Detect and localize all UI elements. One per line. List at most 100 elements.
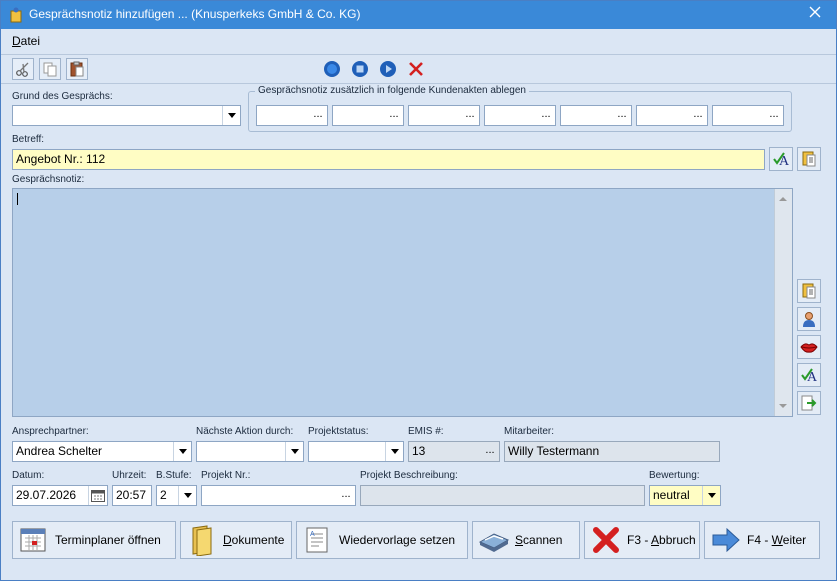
kundenakte-field-6[interactable]: ... [636, 105, 708, 126]
terminplaner-button[interactable]: Terminplaner öffnen [12, 521, 176, 559]
window-title: Gesprächsnotiz hinzufügen ... (Knusperke… [29, 7, 361, 21]
folder-icon [185, 524, 219, 556]
clipboard-icon [70, 61, 84, 77]
bstufe-dropdown-button[interactable] [178, 486, 196, 505]
projektnr-browse-button[interactable]: ... [337, 486, 355, 505]
abbruch-label: F3 - Abbruch [627, 533, 696, 547]
grund-select[interactable] [12, 105, 241, 126]
menu-datei-label: atei [20, 34, 41, 48]
projektstatus-dropdown-button[interactable] [385, 442, 403, 461]
ansprechpartner-value: Andrea Schelter [16, 444, 103, 458]
textblock-icon [802, 283, 816, 299]
bewertung-select[interactable]: neutral [649, 485, 721, 506]
paste-button[interactable] [66, 58, 88, 80]
kundenakte-browse-4[interactable]: ... [537, 106, 555, 125]
cut-button[interactable] [12, 58, 34, 80]
kundenakte-field-3[interactable]: ... [408, 105, 480, 126]
naechste-aktion-label: Nächste Aktion durch: [196, 426, 294, 437]
projektbeschreibung-label: Projekt Beschreibung: [360, 470, 458, 481]
naechste-aktion-dropdown-button[interactable] [285, 442, 303, 461]
stop-button[interactable] [349, 58, 371, 80]
kundenakte-field-2[interactable]: ... [332, 105, 404, 126]
notiz-textblock-button[interactable] [797, 279, 821, 303]
notiz-speech-button[interactable] [797, 335, 821, 359]
menu-datei[interactable]: Datei [12, 34, 40, 48]
projektstatus-select[interactable] [308, 441, 404, 462]
stop-icon [352, 61, 368, 77]
weiter-rest: eiter [782, 533, 807, 547]
delete-button[interactable] [405, 58, 427, 80]
scanner-icon [477, 524, 511, 556]
bstufe-select[interactable]: 2 [156, 485, 197, 506]
record-first-button[interactable] [321, 58, 343, 80]
abbruch-button[interactable]: F3 - Abbruch [584, 521, 700, 559]
notiz-export-button[interactable] [797, 391, 821, 415]
notiz-spellcheck-button[interactable]: A [797, 363, 821, 387]
projektnr-input[interactable]: ... [201, 485, 356, 506]
spellcheck-icon: A [773, 152, 790, 168]
kundenakte-field-1[interactable]: ... [256, 105, 328, 126]
datum-input[interactable]: 29.07.2026 [12, 485, 108, 506]
dokumente-button[interactable]: Dokumente [180, 521, 292, 559]
betreff-spellcheck-button[interactable]: A [769, 147, 793, 171]
betreff-label: Betreff: [12, 134, 45, 145]
weiter-button[interactable]: F4 - Weiter [704, 521, 820, 559]
notiz-scrollbar[interactable] [774, 189, 792, 416]
dokumente-accel: D [223, 533, 232, 547]
close-icon [809, 6, 821, 18]
emis-value: 13 [412, 444, 426, 458]
kundenakte-browse-2[interactable]: ... [385, 106, 403, 125]
chevron-down-icon [390, 449, 399, 454]
calendar-button[interactable] [88, 486, 107, 505]
projektbeschreibung-field [360, 485, 645, 506]
chevron-down-icon [178, 449, 187, 454]
datum-value: 29.07.2026 [16, 488, 77, 502]
ansprechpartner-dropdown-button[interactable] [173, 442, 191, 461]
kundenakte-browse-5[interactable]: ... [613, 106, 631, 125]
notiz-textarea[interactable] [12, 188, 793, 417]
wiedervorlage-button[interactable]: A Wiedervorlage setzen [296, 521, 468, 559]
emis-browse-button[interactable]: ... [481, 442, 499, 461]
abbruch-prefix: F3 - [627, 533, 652, 547]
abbruch-rest: bbruch [659, 533, 696, 547]
note-icon: A [301, 524, 335, 556]
kundenakte-field-7[interactable]: ... [712, 105, 784, 126]
uhrzeit-input[interactable]: 20:57 [112, 485, 152, 506]
mitarbeiter-field: Willy Testermann [504, 441, 720, 462]
weiter-accel: W [771, 533, 783, 547]
notiz-contact-button[interactable] [797, 307, 821, 331]
play-button[interactable] [377, 58, 399, 80]
kundenakte-browse-3[interactable]: ... [461, 106, 479, 125]
spellcheck-icon: A [801, 368, 818, 384]
emis-field[interactable]: 13 ... [408, 441, 500, 462]
scroll-up-icon [779, 197, 787, 201]
wiedervorlage-label: Wiedervorlage setzen [339, 533, 456, 547]
ansprechpartner-select[interactable]: Andrea Schelter [12, 441, 192, 462]
app-icon [8, 7, 24, 23]
chevron-down-icon [290, 449, 299, 454]
datum-label: Datum: [12, 470, 45, 481]
projektnr-label: Projekt Nr.: [201, 470, 251, 481]
red-x-icon [409, 62, 423, 76]
ansprechpartner-label: Ansprechpartner: [12, 426, 89, 437]
copy-button[interactable] [39, 58, 61, 80]
grund-label: Grund des Gesprächs: [12, 91, 113, 102]
betreff-textblock-button[interactable] [797, 147, 821, 171]
toolbar [1, 54, 836, 84]
kundenakte-field-5[interactable]: ... [560, 105, 632, 126]
circle-icon [324, 61, 340, 77]
scannen-label: Scannen [515, 533, 562, 547]
close-button[interactable] [802, 3, 828, 25]
kundenakte-browse-6[interactable]: ... [689, 106, 707, 125]
betreff-input[interactable]: Angebot Nr.: 112 [12, 149, 765, 170]
kundenakte-browse-1[interactable]: ... [309, 106, 327, 125]
scissors-icon [16, 62, 29, 77]
kundenakte-browse-7[interactable]: ... [765, 106, 783, 125]
grund-dropdown-button[interactable] [222, 106, 240, 125]
kundenakte-field-4[interactable]: ... [484, 105, 556, 126]
person-icon [803, 312, 815, 327]
naechste-aktion-select[interactable] [196, 441, 304, 462]
scannen-button[interactable]: Scannen [472, 521, 580, 559]
dialog-window: Gesprächsnotiz hinzufügen ... (Knusperke… [0, 0, 837, 581]
bewertung-dropdown-button[interactable] [702, 486, 720, 505]
